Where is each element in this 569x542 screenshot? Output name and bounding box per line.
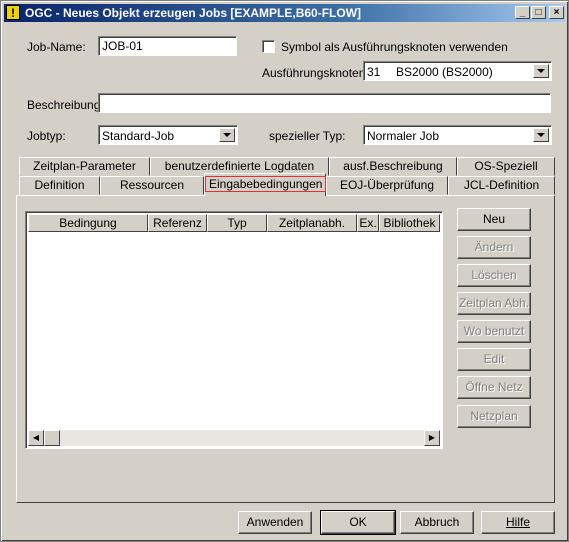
description-input[interactable] <box>98 93 551 113</box>
column-header-zeitplanabh[interactable]: Zeitplanabh. <box>267 214 357 232</box>
node-select[interactable]: 31 BS2000 (BS2000) <box>363 61 552 81</box>
scroll-right-icon[interactable]: ▶ <box>424 430 440 446</box>
dialog-window: ! OGC - Neues Objekt erzeugen Jobs [EXAM… <box>0 0 569 542</box>
tab-os-speziell[interactable]: OS-Speziell <box>457 157 555 176</box>
column-header-referenz[interactable]: Referenz <box>148 214 207 232</box>
jobtype-label: Jobtyp: <box>27 129 66 143</box>
column-header-typ[interactable]: Typ <box>207 214 267 232</box>
tab-ausf-beschreibung[interactable]: ausf.Beschreibung <box>329 157 457 176</box>
tab-definition[interactable]: Definition <box>19 176 100 195</box>
close-button[interactable]: × <box>549 6 564 19</box>
cancel-button[interactable]: Abbruch <box>400 511 474 534</box>
scroll-thumb[interactable] <box>44 430 60 446</box>
window-title: OGC - Neues Objekt erzeugen Jobs [EXAMPL… <box>25 6 362 20</box>
jobname-label: Job-Name: <box>27 40 86 54</box>
chevron-down-icon[interactable] <box>219 128 235 142</box>
column-header-bibliothek[interactable]: Bibliothek <box>379 214 440 232</box>
symbol-checkbox-label: Symbol als Ausführungsknoten verwenden <box>281 40 508 54</box>
spectype-select[interactable]: Normaler Job <box>363 125 552 145</box>
column-header-bedingung[interactable]: Bedingung <box>28 214 148 232</box>
tab-jcl-definition[interactable]: JCL-Definition <box>448 176 555 195</box>
jobtype-value: Standard-Job <box>102 129 175 143</box>
minimize-button[interactable]: _ <box>515 6 530 19</box>
schedule-dependency-button[interactable]: Zeitplan Abh. <box>457 292 531 315</box>
help-button[interactable]: Hilfe <box>481 511 555 534</box>
title-bar[interactable]: ! OGC - Neues Objekt erzeugen Jobs [EXAM… <box>4 4 565 22</box>
tab-eoj-ueberpruefung[interactable]: EOJ-Überprüfung <box>326 176 448 195</box>
jobname-input[interactable]: JOB-01 <box>98 36 237 56</box>
open-network-button[interactable]: Öffne Netz <box>457 376 531 399</box>
tab-ressourcen[interactable]: Ressourcen <box>100 176 204 195</box>
conditions-list[interactable]: Bedingung Referenz Typ Zeitplanabh. Ex. … <box>25 211 443 449</box>
spectype-label: spezieller Typ: <box>269 129 346 143</box>
node-label: Ausführungsknoten: <box>262 66 369 80</box>
description-label: Beschreibung: <box>27 98 104 112</box>
node-value: BS2000 (BS2000) <box>396 65 493 79</box>
chevron-down-icon[interactable] <box>533 128 549 142</box>
ok-button[interactable]: OK <box>320 510 396 535</box>
symbol-checkbox[interactable] <box>262 40 275 53</box>
network-plan-button[interactable]: Netzplan <box>457 405 531 428</box>
node-number: 31 <box>367 65 381 79</box>
maximize-button[interactable]: □ <box>531 6 546 19</box>
tab-eingabebedingungen[interactable]: Eingabebedingungen <box>204 173 327 196</box>
spectype-value: Normaler Job <box>367 129 440 143</box>
scroll-left-icon[interactable]: ◀ <box>28 430 44 446</box>
app-icon: ! <box>6 5 20 20</box>
jobtype-select[interactable]: Standard-Job <box>98 125 238 145</box>
chevron-down-icon[interactable] <box>533 64 549 78</box>
new-button[interactable]: Neu <box>457 208 531 231</box>
apply-button[interactable]: Anwenden <box>238 511 312 534</box>
edit-condition-button[interactable]: Ändern <box>457 236 531 259</box>
delete-button[interactable]: Löschen <box>457 264 531 287</box>
horizontal-scrollbar[interactable]: ◀ ▶ <box>28 430 440 446</box>
edit-button[interactable]: Edit <box>457 348 531 371</box>
tab-zeitplan-parameter[interactable]: Zeitplan-Parameter <box>19 157 150 176</box>
column-header-ex[interactable]: Ex. <box>357 214 379 232</box>
where-used-button[interactable]: Wo benutzt <box>457 320 531 343</box>
